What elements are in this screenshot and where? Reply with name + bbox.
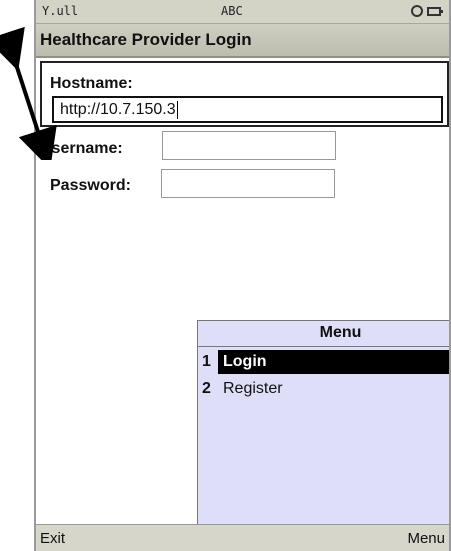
hostname-value: http://10.7.150.3	[60, 101, 176, 119]
hostname-input[interactable]: http://10.7.150.3	[52, 96, 443, 123]
menu-softkey[interactable]: Menu	[407, 530, 445, 547]
status-icons	[411, 5, 443, 17]
hostname-field-group: Hostname: http://10.7.150.3	[40, 61, 449, 127]
menu-item-label: Register	[223, 380, 283, 397]
exit-softkey[interactable]: Exit	[40, 530, 65, 547]
battery-icon	[427, 6, 443, 16]
password-label: Password:	[50, 177, 131, 194]
annotation-arrow-icon	[0, 26, 57, 160]
options-menu: Menu 1 Login 2 Register	[197, 320, 449, 532]
menu-item-register[interactable]: 2 Register	[198, 377, 449, 401]
phone-screen: Y.ull ABC Healthcare Provider Login Host…	[34, 0, 451, 551]
settings-icon	[411, 5, 423, 17]
username-input[interactable]	[162, 131, 336, 160]
status-bar: Y.ull ABC	[36, 0, 449, 24]
menu-item-login[interactable]: 1 Login	[198, 350, 449, 374]
menu-item-number: 2	[202, 380, 211, 397]
screen-title: Healthcare Provider Login	[36, 24, 449, 58]
menu-item-number: 1	[202, 353, 211, 370]
softkey-bar: Exit Menu	[36, 524, 449, 551]
password-input[interactable]	[161, 169, 335, 198]
hostname-label: Hostname:	[50, 75, 133, 92]
input-mode-indicator: ABC	[221, 4, 243, 18]
menu-title: Menu	[198, 321, 449, 347]
menu-item-label: Login	[218, 350, 449, 374]
